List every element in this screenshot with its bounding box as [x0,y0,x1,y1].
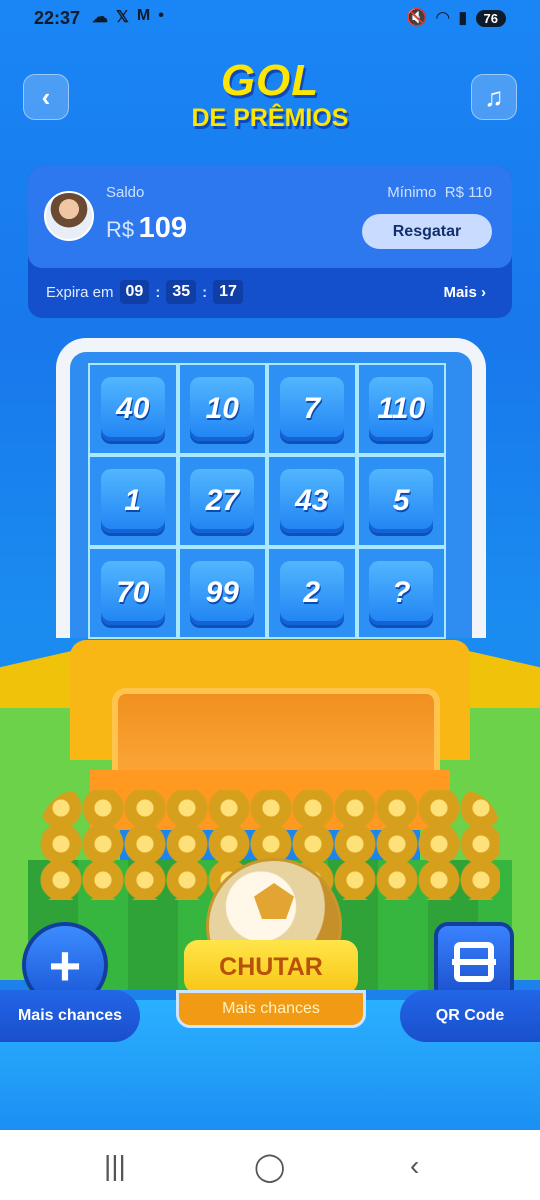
goal-tile-mystery: ? [369,561,434,625]
game-screen: 22:37 ☁ 𝕏 M • 🔇 ◠ ▮ 76 ‹ ♫ GOL DE PRÊMIO… [0,0,540,1130]
goal-tile: 70 [100,561,165,625]
expiry-timer: Expira em 09 : 35 : 17 [46,280,243,304]
timer-seconds: 17 [213,280,243,304]
goal-tile: 99 [190,561,255,625]
android-nav-bar: ||| ◯ ‹ [0,1130,540,1200]
chutar-button[interactable]: CHUTAR Mais chances [176,934,366,1030]
minimo-label: Mínimo [387,184,437,201]
x-icon: 𝕏 [116,9,129,26]
expira-label: Expira em [46,283,114,301]
chutar-label: CHUTAR [184,940,358,994]
mais-link[interactable]: Mais › [443,284,486,301]
gmail-icon: M [136,7,151,24]
balance-card: Saldo R$ 109 Mínimo R$ 110 Resgatar Expi… [28,166,512,318]
resgatar-button[interactable]: Resgatar [362,214,492,249]
goal-tile: 1 [100,469,165,533]
goal-tile: 43 [279,469,344,533]
dot-icon: • [158,7,164,24]
timer-minutes: 35 [166,280,197,304]
cloud-icon: ☁ [92,9,108,26]
home-icon[interactable]: ◯ [254,1150,285,1183]
status-bar: 22:37 ☁ 𝕏 M • 🔇 ◠ ▮ 76 [0,0,540,36]
qr-code-button[interactable]: QR Code [400,990,540,1042]
logo-line2: DE PRÊMIOS [191,104,349,132]
saldo-value: R$ 109 [106,212,187,245]
minimo-value: R$ 110 [444,184,492,201]
timer-hours: 09 [119,280,150,304]
mais-label: Mais [443,284,477,301]
saldo-amount: 109 [138,212,187,244]
avatar [44,191,94,241]
goal-tile: 5 [369,469,434,533]
goal-net-grid: 40 10 7 110 1 27 43 5 70 99 2 ? [88,363,446,639]
goal-tile: 2 [279,561,344,625]
mute-icon: 🔇 [406,8,428,27]
saldo-label: Saldo [106,184,145,201]
goal-tile: 7 [279,377,344,441]
wifi-icon: ◠ [435,8,451,27]
chevron-right-icon: › [481,284,486,301]
signal-icon: ▮ [458,8,468,27]
battery-indicator: 76 [475,9,506,27]
back-nav-icon[interactable]: ‹ [410,1150,419,1182]
logo-line1: GOL [220,56,320,105]
recents-icon[interactable]: ||| [104,1150,126,1182]
goal-tile: 40 [100,377,165,441]
goal-tile: 10 [190,377,255,441]
saldo-currency: R$ [106,217,135,242]
minimo-text: Mínimo R$ 110 [387,184,492,201]
mais-chances-button[interactable]: Mais chances [0,990,140,1042]
goal-tile: 27 [190,469,255,533]
goal-tile: 110 [369,377,434,441]
status-time: 22:37 [34,8,81,28]
chutar-sublabel: Mais chances [176,990,366,1028]
game-logo: GOL DE PRÊMIOS [0,56,540,133]
